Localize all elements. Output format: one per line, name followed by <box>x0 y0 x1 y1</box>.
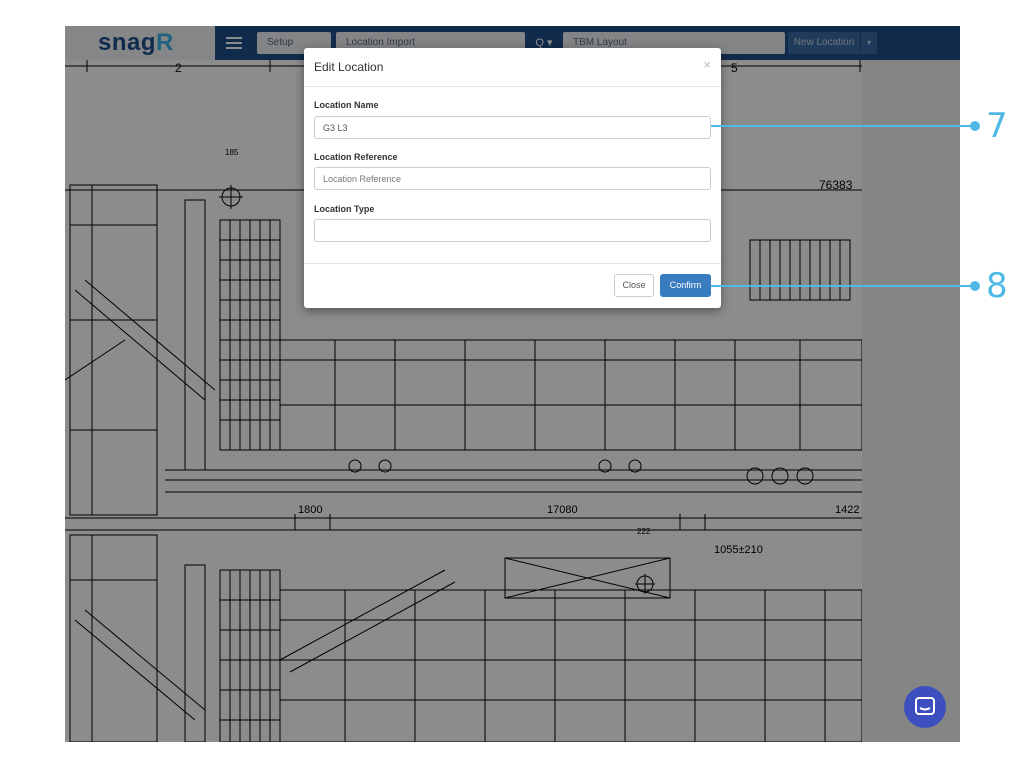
location-name-input[interactable] <box>314 116 711 139</box>
location-type-input[interactable] <box>314 219 711 242</box>
callout-number: 8 <box>986 266 1008 306</box>
edit-location-modal: Edit Location × Location Name Location R… <box>304 48 721 308</box>
close-button[interactable]: Close <box>614 274 654 297</box>
modal-header: Edit Location × <box>304 48 721 87</box>
chat-launcher[interactable] <box>904 686 946 728</box>
callout-number: 7 <box>986 106 1008 146</box>
location-reference-input[interactable] <box>314 167 711 190</box>
close-icon[interactable]: × <box>703 57 711 72</box>
location-type-label: Location Type <box>314 204 375 214</box>
chat-icon <box>915 697 935 715</box>
modal-footer-divider <box>304 263 721 264</box>
confirm-button[interactable]: Confirm <box>660 274 711 297</box>
location-reference-label: Location Reference <box>314 152 398 162</box>
location-name-label: Location Name <box>314 100 379 110</box>
modal-title: Edit Location <box>314 60 384 74</box>
app-window: 2 5 76383 1800 17080 1422 1055±210 185 2… <box>65 26 960 742</box>
